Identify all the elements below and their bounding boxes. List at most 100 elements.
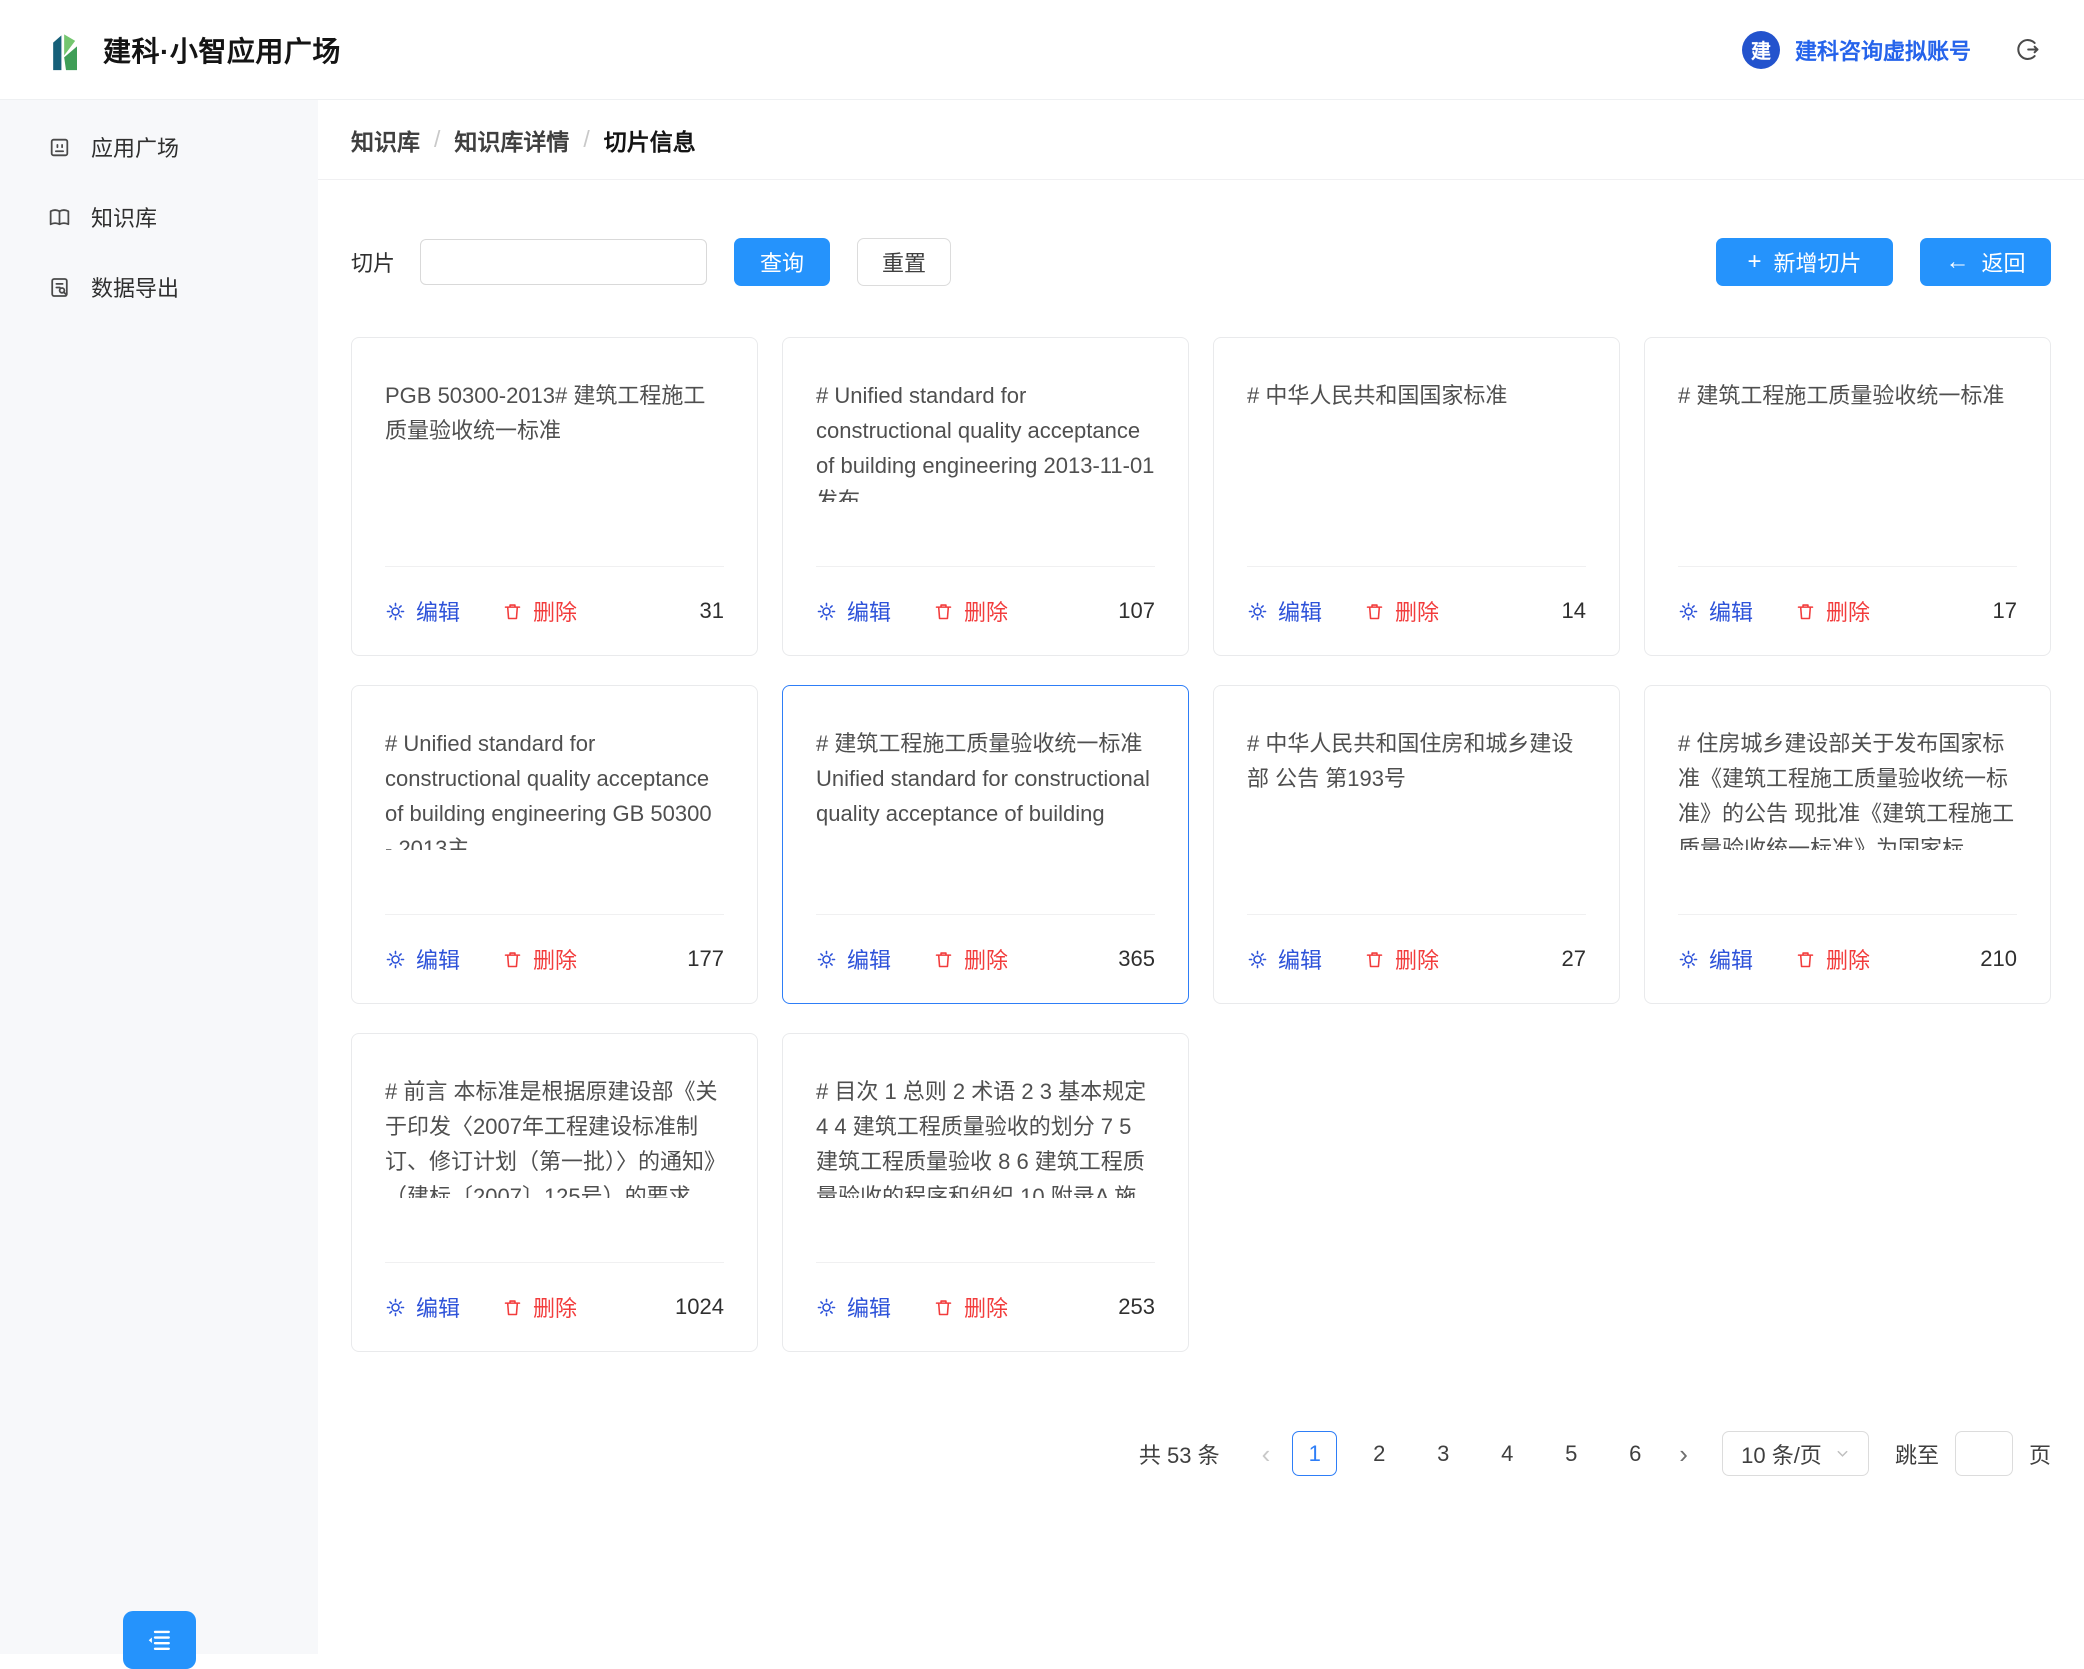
trash-icon (933, 949, 954, 970)
slice-card[interactable]: # 中华人民共和国国家标准 编辑 删除 14 (1213, 337, 1620, 656)
slice-count: 107 (1118, 598, 1155, 624)
edit-button[interactable]: 编辑 (385, 1291, 460, 1323)
slice-count: 14 (1562, 598, 1586, 624)
slice-count: 253 (1118, 1294, 1155, 1320)
edit-button[interactable]: 编辑 (1247, 595, 1322, 627)
reset-button[interactable]: 重置 (857, 238, 951, 286)
query-button[interactable]: 查询 (734, 238, 830, 286)
edit-button[interactable]: 编辑 (1247, 943, 1322, 975)
card-footer: 编辑 删除 31 (385, 567, 724, 655)
sidebar-item-label: 数据导出 (91, 271, 179, 303)
slice-text: # 目次 1 总则 2 术语 2 3 基本规定 4 4 建筑工程质量验收的划分 … (816, 1074, 1155, 1198)
gear-icon (385, 1297, 406, 1318)
slice-count: 177 (687, 946, 724, 972)
slice-text: # 前言 本标准是根据原建设部《关于印发〈2007年工程建设标准制订、修订计划（… (385, 1074, 724, 1198)
edit-button[interactable]: 编辑 (385, 943, 460, 975)
app-plaza-icon (47, 135, 72, 160)
delete-button[interactable]: 删除 (933, 943, 1008, 975)
jump-page-input[interactable] (1955, 1431, 2013, 1476)
pagination: 共 53 条 ‹ 1 2 3 4 5 6 › 10 条/页 跳至 页 (351, 1431, 2051, 1476)
page-number[interactable]: 5 (1558, 1441, 1584, 1467)
slice-card[interactable]: # 目次 1 总则 2 术语 2 3 基本规定 4 4 建筑工程质量验收的划分 … (782, 1033, 1189, 1352)
trash-icon (1795, 601, 1816, 622)
gear-icon (385, 949, 406, 970)
card-footer: 编辑 删除 177 (385, 915, 724, 1003)
slice-text: # Unified standard for constructional qu… (816, 378, 1155, 502)
sidebar-item-app-plaza[interactable]: 应用广场 (0, 112, 318, 182)
toolbar: 切片 查询 重置 +新增切片 ←返回 (318, 238, 2084, 286)
add-slice-button[interactable]: +新增切片 (1716, 238, 1893, 286)
slice-text: # 住房城乡建设部关于发布国家标准《建筑工程施工质量验收统一标准》的公告 现批准… (1678, 726, 2017, 850)
slice-text: # 建筑工程施工质量验收统一标准 (1678, 378, 2017, 502)
page-number[interactable]: 4 (1494, 1441, 1520, 1467)
slice-text: PGB 50300-2013# 建筑工程施工质量验收统一标准 (385, 378, 724, 502)
back-arrow-icon: ← (1945, 250, 1969, 274)
slice-filter-label: 切片 (351, 246, 395, 278)
slice-count: 1024 (675, 1294, 724, 1320)
gear-icon (816, 949, 837, 970)
page-number[interactable]: 3 (1430, 1441, 1456, 1467)
page-number[interactable]: 1 (1292, 1431, 1337, 1476)
sidebar-item-label: 知识库 (91, 201, 157, 233)
slice-count: 365 (1118, 946, 1155, 972)
delete-button[interactable]: 删除 (502, 943, 577, 975)
trash-icon (933, 1297, 954, 1318)
edit-button[interactable]: 编辑 (385, 595, 460, 627)
delete-button[interactable]: 删除 (502, 1291, 577, 1323)
slice-text: # 中华人民共和国住房和城乡建设部 公告 第193号 (1247, 726, 1586, 850)
breadcrumb-knowledge-base[interactable]: 知识库 (351, 123, 420, 157)
card-footer: 编辑 删除 14 (1247, 567, 1586, 655)
sidebar-item-data-export[interactable]: 数据导出 (0, 252, 318, 322)
page-number[interactable]: 6 (1622, 1441, 1648, 1467)
slice-search-input[interactable] (420, 239, 707, 285)
breadcrumb-kb-detail[interactable]: 知识库详情 (454, 123, 569, 157)
data-export-icon (47, 275, 72, 300)
gear-icon (816, 1297, 837, 1318)
logout-icon[interactable] (2013, 36, 2040, 63)
slice-count: 17 (1993, 598, 2017, 624)
delete-button[interactable]: 删除 (933, 1291, 1008, 1323)
sidebar-collapse-button[interactable] (123, 1611, 196, 1669)
delete-button[interactable]: 删除 (1795, 595, 1870, 627)
sidebar-item-label: 应用广场 (91, 131, 179, 163)
slice-count: 31 (700, 598, 724, 624)
account-chip[interactable]: 建 建科咨询虚拟账号 (1742, 31, 2040, 69)
slice-card[interactable]: # Unified standard for constructional qu… (782, 337, 1189, 656)
slice-card[interactable]: # 中华人民共和国住房和城乡建设部 公告 第193号 编辑 删除 27 (1213, 685, 1620, 1004)
trash-icon (502, 1297, 523, 1318)
delete-button[interactable]: 删除 (502, 595, 577, 627)
back-button[interactable]: ←返回 (1920, 238, 2051, 286)
delete-button[interactable]: 删除 (1795, 943, 1870, 975)
slice-card[interactable]: # 住房城乡建设部关于发布国家标准《建筑工程施工质量验收统一标准》的公告 现批准… (1644, 685, 2051, 1004)
card-footer: 编辑 删除 107 (816, 567, 1155, 655)
edit-button[interactable]: 编辑 (816, 595, 891, 627)
edit-button[interactable]: 编辑 (816, 1291, 891, 1323)
edit-button[interactable]: 编辑 (1678, 595, 1753, 627)
delete-button[interactable]: 删除 (1364, 595, 1439, 627)
edit-button[interactable]: 编辑 (816, 943, 891, 975)
delete-button[interactable]: 删除 (933, 595, 1008, 627)
slice-card[interactable]: # 前言 本标准是根据原建设部《关于印发〈2007年工程建设标准制订、修订计划（… (351, 1033, 758, 1352)
slice-card[interactable]: # 建筑工程施工质量验收统一标准 Unified standard for co… (782, 685, 1189, 1004)
plus-icon: + (1747, 250, 1761, 274)
sidebar-item-knowledge-base[interactable]: 知识库 (0, 182, 318, 252)
breadcrumb-current: 切片信息 (604, 123, 696, 157)
slice-card[interactable]: # Unified standard for constructional qu… (351, 685, 758, 1004)
prev-page-button[interactable]: ‹ (1262, 1441, 1271, 1467)
knowledge-base-icon (47, 205, 72, 230)
next-page-button[interactable]: › (1679, 1441, 1688, 1467)
slice-text: # 中华人民共和国国家标准 (1247, 378, 1586, 502)
trash-icon (1364, 601, 1385, 622)
delete-button[interactable]: 删除 (1364, 943, 1439, 975)
slice-card[interactable]: # 建筑工程施工质量验收统一标准 编辑 删除 17 (1644, 337, 2051, 656)
page-size-select[interactable]: 10 条/页 (1722, 1431, 1869, 1476)
slice-card[interactable]: PGB 50300-2013# 建筑工程施工质量验收统一标准 编辑 删除 31 (351, 337, 758, 656)
page-number[interactable]: 2 (1366, 1441, 1392, 1467)
trash-icon (502, 601, 523, 622)
card-footer: 编辑 删除 27 (1247, 915, 1586, 1003)
edit-button[interactable]: 编辑 (1678, 943, 1753, 975)
company-logo-icon (44, 28, 88, 72)
app-title: 建科·小智应用广场 (103, 30, 341, 70)
gear-icon (1678, 949, 1699, 970)
slice-count: 210 (1980, 946, 2017, 972)
